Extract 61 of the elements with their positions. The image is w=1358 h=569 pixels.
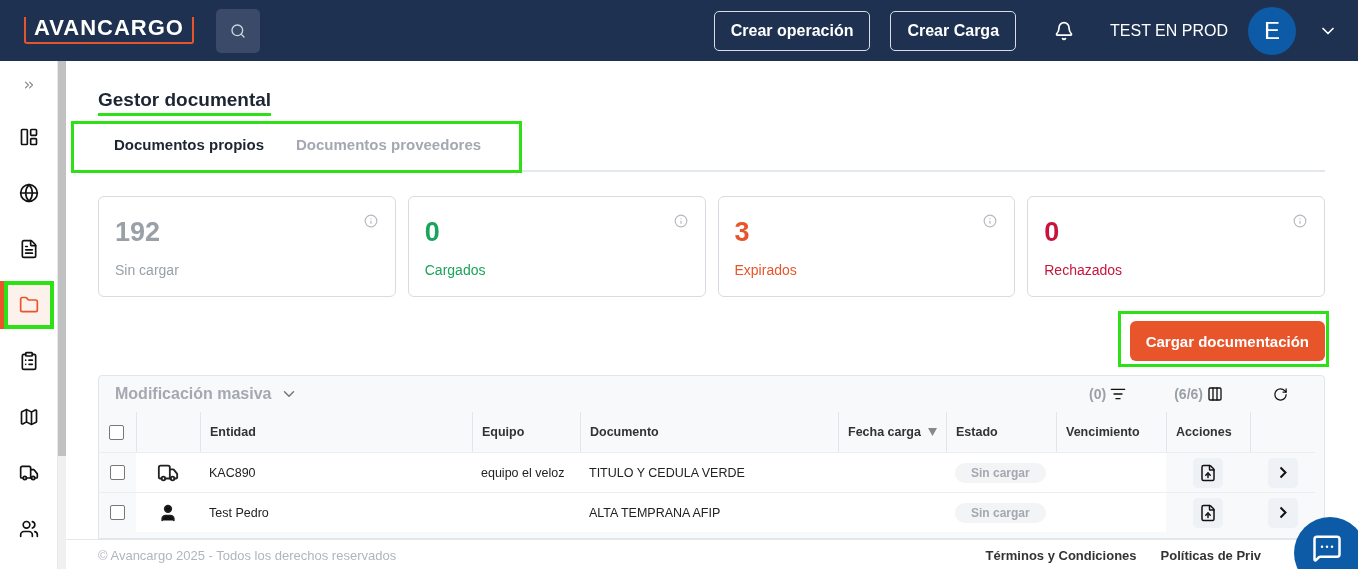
person-icon (158, 502, 178, 523)
details-button[interactable] (1267, 497, 1298, 528)
truck-icon (18, 463, 39, 483)
row-checkbox[interactable] (110, 505, 125, 520)
column-title[interactable]: Equipo (482, 425, 525, 439)
upload-button[interactable]: Cargar documentación (1129, 321, 1325, 361)
page-title: Gestor documental (98, 89, 272, 116)
search-icon (229, 22, 246, 39)
header-button[interactable]: Crear Carga (890, 10, 1017, 51)
table-cell: Test Pedro (200, 492, 472, 532)
column-title[interactable]: Documento (590, 425, 659, 439)
logo: AVANCARGO (24, 17, 194, 44)
select-all-checkbox[interactable] (109, 424, 124, 440)
table-cell: KAC890 (200, 452, 472, 492)
status-badge: Sin cargar (955, 462, 1046, 483)
file-upload-icon (1199, 502, 1217, 523)
stat-label: Cargados (424, 262, 486, 278)
chevron-right-icon (1278, 506, 1287, 519)
upload-file-button[interactable] (1193, 497, 1223, 528)
stat-value: 3 (734, 217, 750, 248)
bell-icon[interactable] (1054, 20, 1075, 41)
filter-icon[interactable] (1110, 386, 1127, 402)
stat-label: Expirados (734, 262, 797, 278)
scrollbar[interactable] (58, 61, 66, 456)
footer-link[interactable]: Políticas de Priv (1160, 548, 1261, 569)
refresh-icon[interactable] (1273, 386, 1288, 402)
folder-icon (18, 295, 39, 315)
file-upload-icon (1199, 462, 1217, 483)
chat-icon (1312, 533, 1342, 563)
footer-link[interactable]: Términos y Condiciones (985, 548, 1137, 569)
columns-icon[interactable] (1207, 386, 1223, 402)
copyright-text: © Avancargo 2025 - Todos los derechos reservados (98, 548, 398, 565)
columns-count: (6/6) (1174, 386, 1203, 402)
upload-file-button[interactable] (1193, 457, 1223, 488)
column-title[interactable]: Estado (956, 425, 998, 439)
stat-label: Sin cargar (115, 262, 179, 278)
row-checkbox[interactable] (110, 465, 125, 480)
filter-count: (0) (1089, 386, 1107, 402)
stat-label: Rechazados (1044, 262, 1123, 278)
user-name: TEST EN PROD (1110, 21, 1228, 40)
column-title[interactable]: Entidad (210, 425, 256, 439)
table-cell: equipo el veloz (472, 452, 580, 492)
header-button[interactable]: Crear operación (713, 10, 871, 51)
stat-value: 192 (115, 217, 161, 248)
layout-icon (18, 127, 39, 147)
chevron-right-icon (1278, 466, 1287, 479)
stat-value: 0 (424, 217, 440, 248)
status-badge: Sin cargar (955, 502, 1046, 523)
column-title[interactable]: Acciones (1176, 425, 1232, 439)
column-title[interactable]: Fecha carga (848, 425, 921, 439)
table-cell: ALTA TEMPRANA AFIP (580, 492, 838, 532)
sort-icon[interactable] (928, 428, 937, 436)
tab[interactable]: Documentos propios (98, 124, 280, 172)
map-icon (18, 407, 39, 427)
avatar[interactable]: E (1248, 6, 1296, 55)
search-button[interactable] (215, 8, 260, 53)
users-icon (18, 519, 39, 539)
table-cell: TITULO Y CEDULA VERDE (580, 452, 838, 492)
details-button[interactable] (1267, 457, 1298, 488)
stat-value: 0 (1044, 217, 1060, 248)
column-title[interactable]: Vencimiento (1066, 425, 1140, 439)
